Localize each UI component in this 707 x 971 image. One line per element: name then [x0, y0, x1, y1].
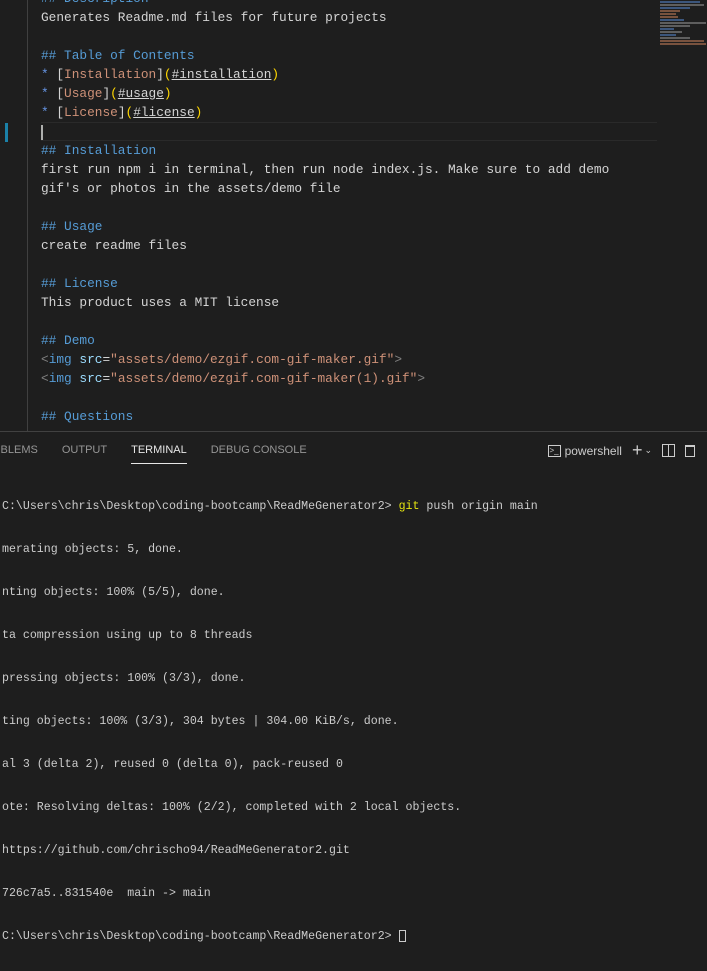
line: ## Questions [41, 409, 134, 424]
terminal-icon: >_ [547, 444, 561, 457]
line: ## Usage [41, 219, 103, 234]
tab-output[interactable]: OUTPUT [62, 432, 107, 468]
line: ## Table of Contents [41, 48, 195, 63]
line: <img src="assets/demo/ezgif.com-gif-make… [41, 371, 426, 386]
modified-line-indicator [5, 123, 8, 142]
line: ## Description [41, 0, 657, 8]
line [41, 255, 657, 274]
terminal-output[interactable]: C:\Users\chris\Desktop\coding-bootcamp\R… [2, 472, 538, 971]
line: gif's or photos in the assets/demo file [41, 181, 341, 196]
line: * [License](#license) [41, 105, 203, 120]
terminal-line: ta compression using up to 8 threads [2, 629, 253, 642]
line: create readme files [41, 238, 187, 253]
terminal-line: al 3 (delta 2), reused 0 (delta 0), pack… [2, 758, 343, 771]
terminal-line: merating objects: 5, done. [2, 543, 183, 556]
editor-lines[interactable]: ## Description Generates Readme.md files… [41, 0, 657, 426]
line: ## Installation [41, 143, 157, 158]
line: ## Demo [41, 333, 95, 348]
line: <img src="assets/demo/ezgif.com-gif-make… [41, 352, 402, 367]
panel-actions: >_ powershell + ⌄ [547, 440, 695, 461]
line: ## License [41, 276, 118, 291]
terminal-line: pressing objects: 100% (3/3), done. [2, 672, 246, 685]
line: Generates Readme.md files for future pro… [41, 10, 387, 25]
line [41, 388, 657, 407]
line [41, 198, 657, 217]
tab-problems[interactable]: OBLEMS [0, 432, 38, 468]
panel-tabs: OBLEMS OUTPUT TERMINAL DEBUG CONSOLE [0, 432, 331, 468]
bottom-panel: OBLEMS OUTPUT TERMINAL DEBUG CONSOLE >_ … [0, 431, 707, 943]
minimap[interactable] [660, 0, 707, 60]
terminal-line: C:\Users\chris\Desktop\coding-bootcamp\R… [2, 928, 538, 945]
terminal-line: ting objects: 100% (3/3), 304 bytes | 30… [2, 715, 399, 728]
terminal-line: 726c7a5..831540e main -> main [2, 887, 211, 900]
indent-guide [27, 0, 28, 431]
tab-terminal[interactable]: TERMINAL [131, 432, 187, 468]
terminal-line: ote: Resolving deltas: 100% (2/2), compl… [2, 801, 462, 814]
terminal-selector[interactable]: >_ powershell [547, 444, 622, 458]
terminal-line: nting objects: 100% (5/5), done. [2, 586, 225, 599]
line [41, 27, 657, 46]
terminal-line: https://github.com/chrischo94/ReadMeGene… [2, 844, 350, 857]
line: * [Usage](#usage) [41, 86, 172, 101]
terminal-line: C:\Users\chris\Desktop\coding-bootcamp\R… [2, 500, 538, 513]
new-terminal-plus-icon[interactable]: + [632, 440, 643, 461]
line: This product uses a MIT license [41, 295, 280, 310]
editor[interactable]: ## Description Generates Readme.md files… [0, 0, 707, 431]
line: first run npm i in terminal, then run no… [41, 162, 610, 177]
tab-debug-console[interactable]: DEBUG CONSOLE [211, 432, 307, 468]
text-cursor [41, 125, 43, 140]
split-terminal-icon[interactable] [662, 444, 675, 457]
terminal-cursor [398, 929, 406, 942]
line: * [Installation](#installation) [41, 67, 280, 82]
trash-icon[interactable] [685, 444, 695, 457]
current-line[interactable] [41, 122, 657, 141]
chevron-down-icon[interactable]: ⌄ [644, 445, 652, 456]
line [41, 312, 657, 331]
